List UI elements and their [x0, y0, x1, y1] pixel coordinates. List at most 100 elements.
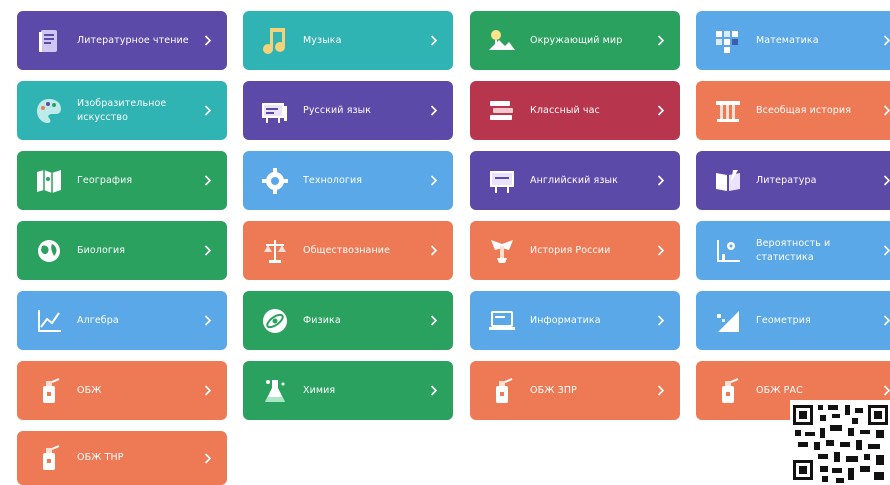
fire-extinguisher-icon [486, 375, 518, 407]
map-icon [33, 165, 65, 197]
qr-code-icon [790, 400, 890, 485]
chevron-right-icon [882, 175, 890, 187]
subject-card-geography[interactable]: География [17, 151, 227, 210]
chevron-right-icon [882, 245, 890, 257]
subject-card-obzh-zpr[interactable]: ОБЖ ЗПР [470, 361, 680, 420]
chevron-right-icon [656, 315, 666, 327]
chevron-right-icon [203, 35, 213, 47]
subject-card-russian[interactable]: Русский язык [243, 81, 453, 140]
subject-label: Технология [303, 174, 363, 186]
book-icon [33, 25, 65, 57]
book-stack-icon [486, 95, 518, 127]
subject-card-obzh-tnr[interactable]: ОБЖ ТНР [17, 431, 227, 485]
column-icon [712, 95, 744, 127]
chevron-right-icon [429, 315, 439, 327]
subject-card-probability-statistics[interactable]: Вероятность и статистика [696, 221, 890, 280]
subject-label: Всеобщая история [756, 104, 852, 116]
subject-label: Окружающий мир [530, 34, 623, 46]
subject-label: Литературное чтение [77, 34, 189, 46]
chevron-right-icon [656, 385, 666, 397]
subject-label: Русский язык [303, 104, 372, 116]
subject-card-informatics[interactable]: Информатика [470, 291, 680, 350]
chevron-right-icon [882, 105, 890, 117]
chevron-right-icon [882, 35, 890, 47]
chevron-right-icon [882, 385, 890, 397]
subject-card-literature[interactable]: Литература [696, 151, 890, 210]
subject-card-russian-history[interactable]: История России [470, 221, 680, 280]
subject-label: Математика [756, 34, 819, 46]
triangle-icon [712, 305, 744, 337]
chevron-right-icon [882, 315, 890, 327]
subject-label: Изобразительное искусство [77, 97, 167, 123]
palette-icon [33, 95, 65, 127]
subjects-grid: Литературное чтение Музыка Окружающий ми… [0, 0, 890, 485]
fire-extinguisher-icon [712, 375, 744, 407]
subject-label: ОБЖ ЗПР [530, 384, 577, 396]
scales-icon [259, 235, 291, 267]
subject-label: Музыка [303, 34, 342, 46]
atom-icon [259, 305, 291, 337]
subject-label: Геометрия [756, 314, 811, 326]
subject-card-social-studies[interactable]: Обществознание [243, 221, 453, 280]
az-board-icon [486, 165, 518, 197]
subject-card-chemistry[interactable]: Химия [243, 361, 453, 420]
flask-icon [259, 375, 291, 407]
chevron-right-icon [656, 35, 666, 47]
subject-card-class-hour[interactable]: Классный час [470, 81, 680, 140]
subject-label: Информатика [530, 314, 601, 326]
chevron-right-icon [429, 385, 439, 397]
gear-icon [259, 165, 291, 197]
subject-label: Классный час [530, 104, 600, 116]
subject-label: Английский язык [530, 174, 618, 186]
chevron-right-icon [203, 175, 213, 187]
subject-label: География [77, 174, 133, 186]
subject-label: Физика [303, 314, 341, 326]
music-note-icon [259, 25, 291, 57]
subject-label: Химия [303, 384, 336, 396]
subject-card-math[interactable]: Математика [696, 11, 890, 70]
subject-label: Вероятность и статистика [756, 237, 831, 263]
chevron-right-icon [429, 175, 439, 187]
subject-label: ОБЖ ТНР [77, 452, 124, 463]
math-blocks-icon [712, 25, 744, 57]
subject-label: Биология [77, 244, 126, 256]
subject-card-fine-art[interactable]: Изобразительное искусство [17, 81, 227, 140]
chevron-right-icon [429, 105, 439, 117]
open-book-icon [712, 165, 744, 197]
chevron-right-icon [656, 175, 666, 187]
chevron-right-icon [429, 35, 439, 47]
chevron-right-icon [203, 315, 213, 327]
chevron-right-icon [203, 245, 213, 257]
subject-label: Алгебра [77, 314, 119, 326]
eagle-icon [486, 235, 518, 267]
subject-card-geometry[interactable]: Геометрия [696, 291, 890, 350]
landscape-icon [486, 25, 518, 57]
subject-label: Литература [756, 174, 817, 186]
subject-label: ОБЖ РАС [756, 384, 803, 396]
chevron-right-icon [203, 452, 213, 464]
chevron-right-icon [203, 105, 213, 117]
subject-card-biology[interactable]: Биология [17, 221, 227, 280]
subject-label: История России [530, 244, 611, 256]
subject-card-music[interactable]: Музыка [243, 11, 453, 70]
subject-card-literary-reading[interactable]: Литературное чтение [17, 11, 227, 70]
subject-label: ОБЖ [77, 384, 102, 396]
fire-extinguisher-icon [33, 375, 65, 407]
laptop-icon [486, 305, 518, 337]
subject-card-world-around[interactable]: Окружающий мир [470, 11, 680, 70]
graph-icon [712, 235, 744, 267]
subject-card-physics[interactable]: Физика [243, 291, 453, 350]
fire-extinguisher-icon [33, 442, 65, 474]
leaf-globe-icon [33, 235, 65, 267]
chart-axes-icon [33, 305, 65, 337]
subject-card-obzh[interactable]: ОБЖ [17, 361, 227, 420]
subject-card-technology[interactable]: Технология [243, 151, 453, 210]
subject-card-world-history[interactable]: Всеобщая история [696, 81, 890, 140]
chevron-right-icon [656, 105, 666, 117]
alphabet-board-icon [259, 95, 291, 127]
subject-card-english[interactable]: Английский язык [470, 151, 680, 210]
subject-label: Обществознание [303, 244, 391, 256]
chevron-right-icon [203, 385, 213, 397]
chevron-right-icon [656, 245, 666, 257]
subject-card-algebra[interactable]: Алгебра [17, 291, 227, 350]
